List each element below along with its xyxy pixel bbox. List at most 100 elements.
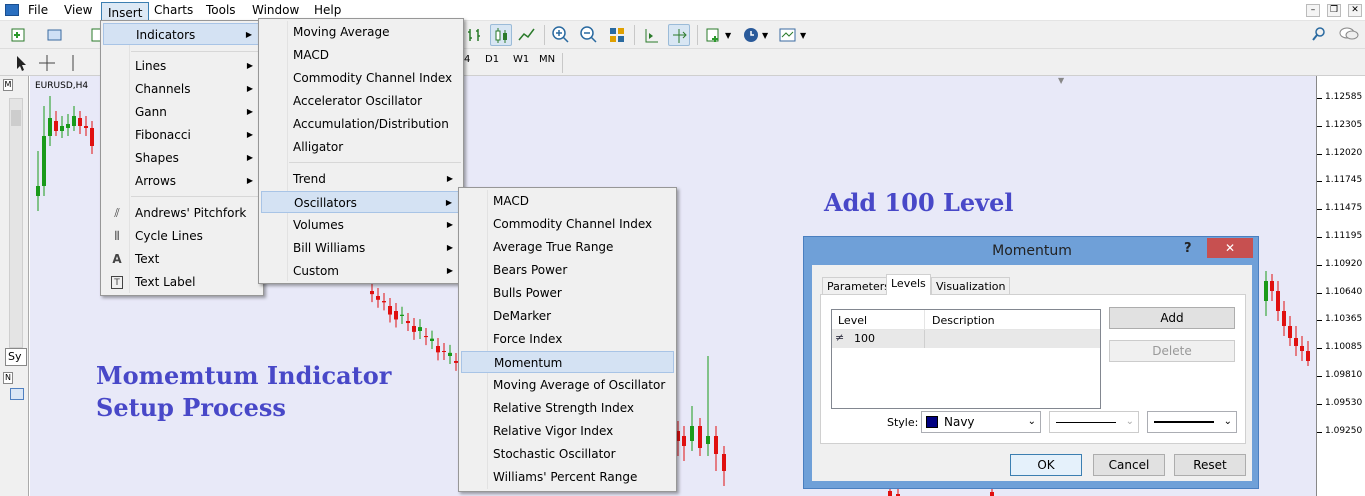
left-scrollbar[interactable] [9, 98, 23, 348]
axis-tick-label: 1.09810 [1325, 370, 1362, 380]
menu-item-indicators[interactable]: Indicators ▶ [103, 23, 261, 45]
candle-body [436, 346, 440, 352]
menu-item-macd[interactable]: MACD [261, 44, 461, 66]
menu-item-fibonacci[interactable]: Fibonacci ▶ [103, 124, 261, 146]
delete-level-button[interactable]: Delete [1109, 340, 1235, 362]
periods-clock-icon[interactable] [740, 24, 762, 46]
candle-body [418, 327, 422, 331]
timeframe-mn[interactable]: MN [539, 54, 555, 65]
menu-item-moving-average[interactable]: Moving Average [261, 21, 461, 43]
table-row[interactable]: ≠ 100 [832, 330, 1100, 348]
menu-item-alligator[interactable]: Alligator [261, 136, 461, 158]
menu-item-osc-williams-percent-range[interactable]: Williams' Percent Range [461, 466, 674, 488]
symbols-tab[interactable]: Sy [5, 348, 27, 366]
menu-item-cycle-lines[interactable]: ⦀ Cycle Lines [103, 225, 261, 247]
new-chart-icon[interactable] [8, 24, 30, 46]
menu-item-osc-commodity-channel-index[interactable]: Commodity Channel Index [461, 213, 674, 235]
menu-item-accumulation-distribution[interactable]: Accumulation/Distribution [261, 113, 461, 135]
profiles-icon[interactable] [44, 24, 66, 46]
crosshair-icon[interactable] [36, 52, 58, 74]
cancel-button[interactable]: Cancel [1093, 454, 1165, 476]
left-scroll-thumb[interactable] [11, 110, 21, 126]
add-level-button[interactable]: Add [1109, 307, 1235, 329]
menu-item-gann[interactable]: Gann ▶ [103, 101, 261, 123]
menu-item-arrows[interactable]: Arrows ▶ [103, 170, 261, 192]
dialog-close-button[interactable]: ✕ [1207, 238, 1253, 258]
column-description[interactable]: Description [932, 314, 995, 327]
autoscroll-icon[interactable] [668, 24, 690, 46]
cursor-icon[interactable] [10, 52, 32, 74]
line-chart-icon[interactable] [516, 24, 538, 46]
menu-item-custom[interactable]: Custom ▶ [261, 260, 461, 282]
axis-tick-mark [1317, 237, 1322, 238]
chat-icon[interactable] [1338, 26, 1360, 42]
vertical-line-icon[interactable] [62, 52, 84, 74]
menu-item-osc-relative-strength-index[interactable]: Relative Strength Index [461, 397, 674, 419]
market-watch-tab-icon[interactable]: M [3, 79, 13, 91]
menu-item-shapes[interactable]: Shapes ▶ [103, 147, 261, 169]
menu-item-osc-force-index[interactable]: Force Index [461, 328, 674, 350]
row-level-value[interactable]: 100 [854, 332, 875, 345]
menu-file[interactable]: File [22, 2, 54, 20]
chart-shift-icon[interactable] [640, 24, 662, 46]
menu-item-osc-bears-power[interactable]: Bears Power [461, 259, 674, 281]
bar-chart-icon[interactable] [464, 24, 486, 46]
menu-item-channels[interactable]: Channels ▶ [103, 78, 261, 100]
menu-item-trend[interactable]: Trend ▶ [261, 168, 461, 190]
menu-item-lines[interactable]: Lines ▶ [103, 55, 261, 77]
menu-item-osc-relative-vigor-index[interactable]: Relative Vigor Index [461, 420, 674, 442]
dialog-title: Momentum [804, 237, 1260, 265]
zoom-out-icon[interactable] [578, 24, 600, 46]
menu-item-osc-macd[interactable]: MACD [461, 190, 674, 212]
ok-button[interactable]: OK [1010, 454, 1082, 476]
menu-item-volumes[interactable]: Volumes ▶ [261, 214, 461, 236]
close-window-button[interactable]: ✕ [1348, 4, 1362, 17]
minimize-button[interactable]: – [1306, 4, 1320, 17]
timeframe-d1[interactable]: D1 [485, 54, 499, 65]
timeframe-w1[interactable]: W1 [513, 54, 529, 65]
line-width-select[interactable]: ⌄ [1147, 411, 1237, 433]
menu-item-osc-stochastic-oscillator[interactable]: Stochastic Oscillator [461, 443, 674, 465]
line-style-select[interactable]: ⌄ [1049, 411, 1139, 433]
menu-item-andrews-pitchfork[interactable]: ⫽ Andrews' Pitchfork [103, 202, 261, 224]
candlestick-icon[interactable] [490, 24, 512, 46]
indicators-dropdown-icon[interactable]: ▼ [725, 31, 731, 40]
menu-item-commodity-channel-index[interactable]: Commodity Channel Index [261, 67, 461, 89]
indicators-list-icon[interactable] [703, 24, 725, 46]
menu-view[interactable]: View [58, 2, 98, 20]
accounts-icon[interactable] [10, 388, 24, 400]
candle-body [78, 118, 82, 126]
navigator-tab-icon[interactable]: N [3, 372, 13, 384]
color-select[interactable]: Navy ⌄ [921, 411, 1041, 433]
zoom-in-icon[interactable] [550, 24, 572, 46]
tile-windows-icon[interactable] [606, 24, 628, 46]
reset-button[interactable]: Reset [1174, 454, 1246, 476]
axis-tick-mark [1317, 376, 1322, 377]
candle-body [1282, 311, 1286, 326]
menu-item-osc-bulls-power[interactable]: Bulls Power [461, 282, 674, 304]
menu-item-bill-williams[interactable]: Bill Williams ▶ [261, 237, 461, 259]
candle-body [722, 454, 726, 471]
tab-levels[interactable]: Levels [886, 274, 931, 295]
search-icon[interactable] [1312, 26, 1326, 42]
candle-body [714, 436, 718, 454]
help-button[interactable]: ? [1184, 241, 1192, 256]
menu-charts[interactable]: Charts [148, 2, 199, 20]
column-level[interactable]: Level [838, 314, 867, 327]
periods-dropdown-icon[interactable]: ▼ [762, 31, 768, 40]
menu-item-oscillators[interactable]: Oscillators ▶ [261, 191, 461, 213]
templates-dropdown-icon[interactable]: ▼ [800, 31, 806, 40]
templates-icon[interactable] [777, 24, 799, 46]
menu-item-text[interactable]: A Text [103, 248, 261, 270]
restore-button[interactable]: ❐ [1327, 4, 1341, 17]
menu-item-osc-momentum[interactable]: Momentum [461, 351, 674, 373]
tab-visualization[interactable]: Visualization [931, 277, 1010, 294]
menu-item-text-label[interactable]: T Text Label [103, 271, 261, 293]
menu-item-accelerator-oscillator[interactable]: Accelerator Oscillator [261, 90, 461, 112]
menu-item-osc-demarker[interactable]: DeMarker [461, 305, 674, 327]
tab-parameters[interactable]: Parameters [822, 277, 895, 294]
menu-tools[interactable]: Tools [200, 2, 242, 20]
timeframe-h4[interactable]: 4 [464, 54, 470, 65]
menu-item-osc-moving-average-of-oscillator[interactable]: Moving Average of Oscillator [461, 374, 674, 396]
menu-item-osc-average-true-range[interactable]: Average True Range [461, 236, 674, 258]
